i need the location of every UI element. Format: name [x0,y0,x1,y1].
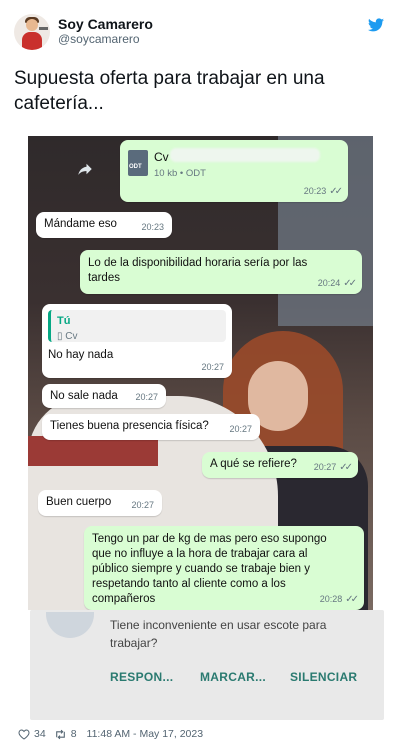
like-count: 34 [34,728,46,740]
file-name: Cv [154,150,169,164]
retweet-icon[interactable] [54,729,67,740]
tweet-image[interactable]: ODT Cv 10 kb • ODT 20:23 ✓✓ Mándame eso 2… [28,136,373,610]
message-time: 20:24 [317,278,341,288]
contact-avatar [46,612,94,638]
mark-as-read-button[interactable]: MARCAR... [200,670,266,684]
retweet-count: 8 [70,728,77,740]
message-bubble[interactable]: A qué se refiere? 20:27 ✓✓ [202,452,358,478]
reply-message-bubble[interactable]: Tú ▯ Cv No hay nada 20:27 [42,304,232,378]
message-text: Buen cuerpo [46,496,112,508]
read-ticks-icon: ✓✓ [345,594,359,605]
quoted-message[interactable]: Tú ▯ Cv [48,310,226,342]
message-text: No sale nada [50,390,118,402]
message-text: Mándame eso [44,218,117,230]
message-bubble[interactable]: Buen cuerpo 20:27 [38,490,162,516]
message-time: 20:23 [141,222,164,232]
twitter-bird-icon [368,18,384,32]
tweet-timestamp[interactable]: 11:48 AM - May 17, 2023 [87,728,204,740]
read-ticks-icon: ✓✓ [339,462,353,473]
message-time: 20:27 [229,424,252,434]
read-ticks-icon: ✓✓ [329,186,343,197]
message-time: 20:23 [303,186,327,196]
document-icon: ODT [128,150,148,176]
quote-text: Cv [65,331,78,342]
tweet-footer: 34 8 11:48 AM - May 17, 2023 [18,728,203,740]
user-name[interactable]: Soy Camarero [58,16,153,32]
message-text: A qué se refiere? [210,458,297,470]
message-time: 20:28 [319,594,343,604]
message-bubble[interactable]: Mándame eso 20:23 [36,212,172,238]
message-text: Tienes buena presencia física? [50,420,209,432]
message-time: 20:27 [135,392,158,402]
message-text: No hay nada [48,349,114,361]
file-meta: 10 kb • ODT [154,168,206,179]
file-message-bubble[interactable]: ODT Cv 10 kb • ODT 20:23 ✓✓ [120,140,348,202]
tweet-text: Supuesta oferta para trabajar en una caf… [14,68,325,114]
avatar[interactable] [14,14,50,50]
quote-author: Tú [57,315,71,327]
tweet-header: Soy Camarero @soycamarero [14,14,386,54]
message-bubble[interactable]: Lo de la disponibilidad horaria sería po… [80,250,362,294]
message-time: 20:27 [313,462,337,472]
mute-button[interactable]: SILENCIAR [290,670,357,684]
message-bubble[interactable]: No sale nada 20:27 [42,384,166,408]
message-text: Lo de la disponibilidad horaria sería po… [88,257,308,284]
message-time: 20:27 [201,362,224,372]
message-bubble[interactable]: Tienes buena presencia física? 20:27 [42,414,260,440]
message-text: Tengo un par de kg de mas pero eso supon… [92,533,327,605]
reply-button[interactable]: RESPON... [110,670,173,684]
message-time: 20:27 [131,500,154,510]
forward-icon[interactable] [76,160,94,178]
like-icon[interactable] [18,728,30,740]
user-handle[interactable]: @soycamarero [58,32,140,46]
read-ticks-icon: ✓✓ [343,278,357,289]
notification-card[interactable]: Tiene inconveniente en usar escote para … [30,610,384,720]
message-bubble[interactable]: Tengo un par de kg de mas pero eso supon… [84,526,364,610]
notification-text: Tiene inconveniente en usar escote para … [110,618,327,650]
